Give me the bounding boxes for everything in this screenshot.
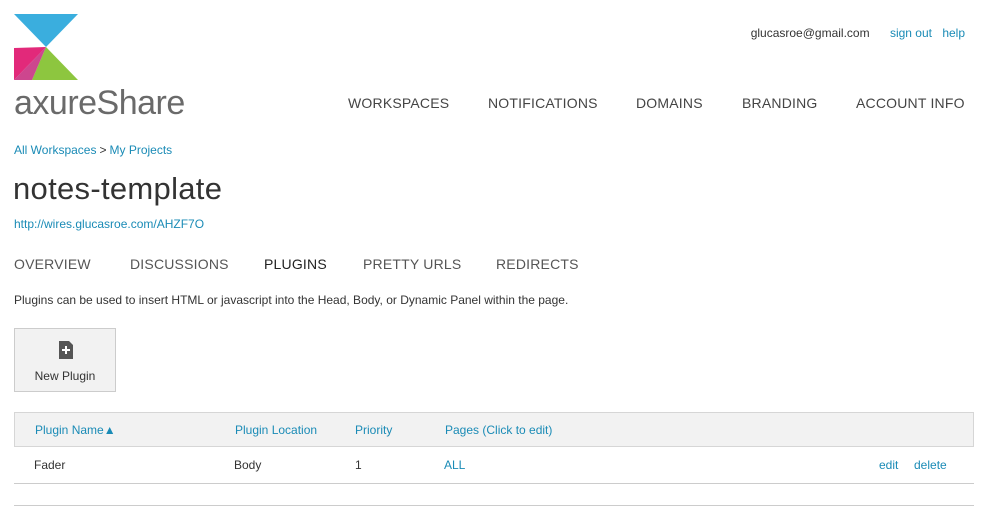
tab-overview[interactable]: OVERVIEW bbox=[14, 256, 91, 272]
user-links: glucasroe@gmail.com sign out help bbox=[751, 26, 965, 40]
breadcrumb-my-projects[interactable]: My Projects bbox=[110, 143, 173, 157]
nav-account-info[interactable]: ACCOUNT INFO bbox=[856, 95, 965, 111]
table-bottom-divider bbox=[14, 505, 974, 506]
nav-branding[interactable]: BRANDING bbox=[742, 95, 818, 111]
new-plugin-button[interactable]: New Plugin bbox=[14, 328, 116, 392]
breadcrumb-all-workspaces[interactable]: All Workspaces bbox=[14, 143, 96, 157]
sign-out-link[interactable]: sign out bbox=[890, 26, 932, 40]
nav-domains[interactable]: DOMAINS bbox=[636, 95, 703, 111]
plugin-name-cell: Fader bbox=[34, 458, 66, 472]
column-header-plugin-name[interactable]: Plugin Name▲ bbox=[35, 423, 116, 437]
nav-notifications[interactable]: NOTIFICATIONS bbox=[488, 95, 598, 111]
new-plugin-label: New Plugin bbox=[34, 369, 96, 383]
logo-mark-icon bbox=[14, 14, 78, 80]
tab-pretty-urls[interactable]: PRETTY URLS bbox=[363, 256, 461, 272]
table-header: Plugin Name▲ Plugin Location Priority Pa… bbox=[14, 412, 974, 447]
help-link[interactable]: help bbox=[942, 26, 965, 40]
main-nav: WORKSPACES NOTIFICATIONS DOMAINS BRANDIN… bbox=[0, 95, 997, 113]
table-row: Fader Body 1 ALL edit delete bbox=[14, 447, 974, 484]
tab-discussions[interactable]: DISCUSSIONS bbox=[130, 256, 229, 272]
edit-plugin-link[interactable]: edit bbox=[879, 458, 898, 472]
plugins-description: Plugins can be used to insert HTML or ja… bbox=[14, 293, 569, 307]
nav-workspaces[interactable]: WORKSPACES bbox=[348, 95, 449, 111]
plugin-location-cell: Body bbox=[234, 458, 262, 472]
delete-plugin-link[interactable]: delete bbox=[914, 458, 947, 472]
user-email: glucasroe@gmail.com bbox=[750, 26, 870, 40]
page-title: notes-template bbox=[13, 171, 223, 206]
add-file-icon bbox=[59, 341, 73, 359]
breadcrumb: All Workspaces > My Projects bbox=[14, 143, 172, 157]
project-tabs: OVERVIEW DISCUSSIONS PLUGINS PRETTY URLS… bbox=[0, 256, 997, 274]
plugin-pages-link[interactable]: ALL bbox=[444, 458, 465, 472]
column-header-pages[interactable]: Pages (Click to edit) bbox=[445, 423, 552, 437]
column-header-priority[interactable]: Priority bbox=[355, 423, 392, 437]
plugins-table: Plugin Name▲ Plugin Location Priority Pa… bbox=[14, 412, 974, 484]
breadcrumb-separator: > bbox=[99, 143, 107, 157]
tab-redirects[interactable]: REDIRECTS bbox=[496, 256, 579, 272]
column-header-plugin-location[interactable]: Plugin Location bbox=[235, 423, 317, 437]
plugin-priority-cell: 1 bbox=[355, 458, 362, 472]
project-url-link[interactable]: http://wires.glucasroe.com/AHZF7O bbox=[14, 217, 204, 231]
tab-plugins[interactable]: PLUGINS bbox=[264, 256, 327, 272]
